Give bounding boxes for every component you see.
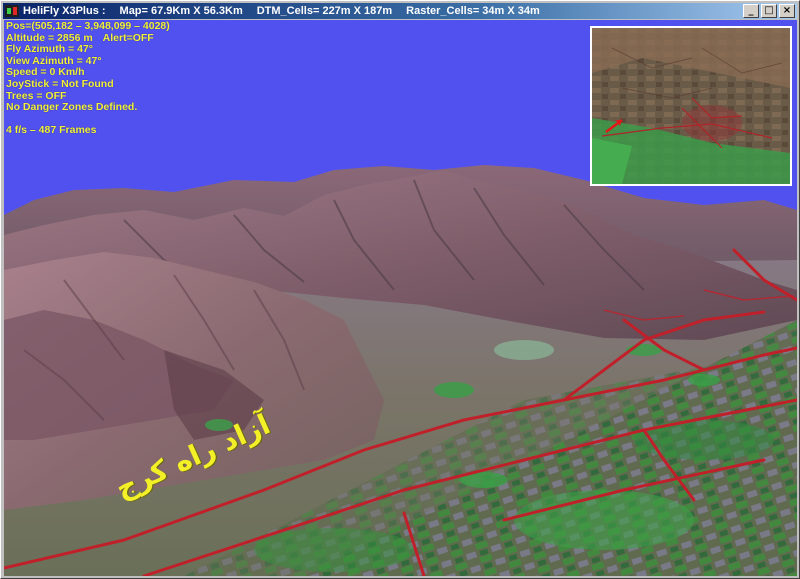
close-button[interactable]: × <box>779 4 795 18</box>
title-bar[interactable]: HeliFly X3Plus : Map= 67.9Km X 56.3Km DT… <box>3 3 797 19</box>
dtm-cells-info: DTM_Cells= 227m X 187m <box>256 5 393 17</box>
maximize-button[interactable]: □ <box>761 4 777 18</box>
app-title: HeliFly X3Plus : <box>23 5 106 17</box>
app-icon <box>5 5 19 17</box>
overview-minimap[interactable] <box>590 26 792 186</box>
maximize-icon: □ <box>764 5 774 16</box>
flight-info-overlay: Pos=(505,182 – 3,948,099 – 4028) Altitud… <box>6 20 170 136</box>
app-window: HeliFly X3Plus : Map= 67.9Km X 56.3Km DT… <box>0 0 800 579</box>
minimap-image <box>592 28 790 184</box>
minimize-icon: _ <box>748 5 754 16</box>
close-icon: × <box>782 5 792 16</box>
fps-counter: 4 f/s – 487 Frames <box>6 123 97 136</box>
alert-status: Alert=OFF <box>102 31 154 44</box>
3d-terrain-viewport[interactable]: Pos=(505,182 – 3,948,099 – 4028) Altitud… <box>4 20 797 576</box>
altitude-readout: Altitude = 2856 m <box>6 31 93 44</box>
joystick-status: JoyStick = Not Found <box>6 77 114 90</box>
minimize-button[interactable]: _ <box>743 4 759 18</box>
map-size-info: Map= 67.9Km X 56.3Km <box>119 5 243 17</box>
danger-zones-status: No Danger Zones Defined. <box>6 101 138 114</box>
window-controls: _ □ × <box>743 4 795 18</box>
raster-cells-info: Raster_Cells= 34m X 34m <box>406 5 540 17</box>
